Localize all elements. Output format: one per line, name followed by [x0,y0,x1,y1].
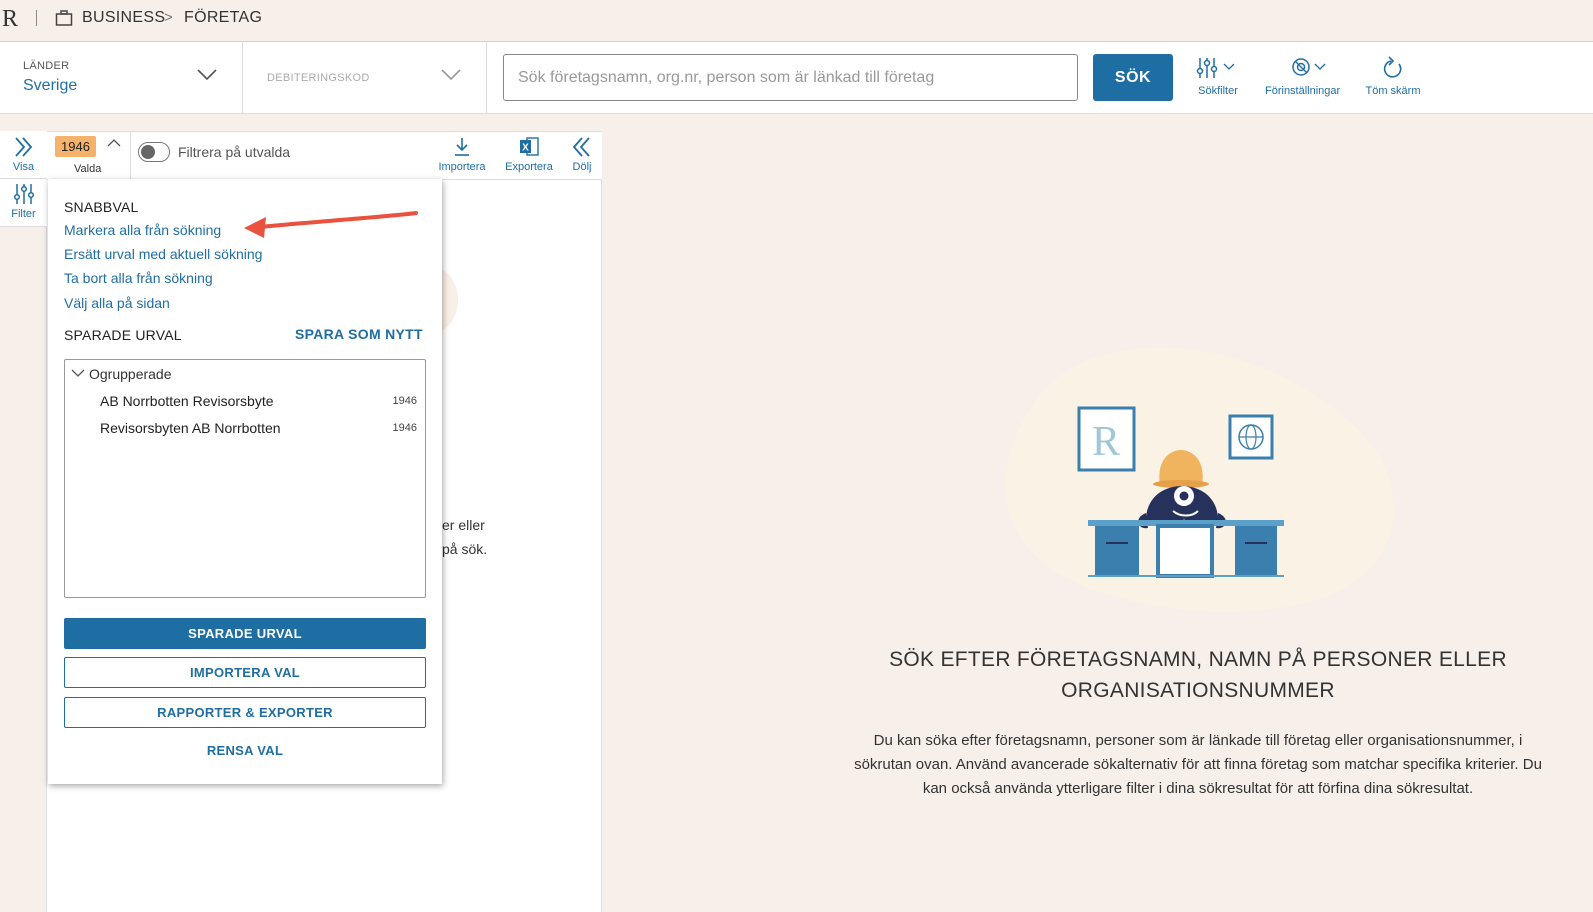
filter-selected-label: Filtrera på utvalda [178,144,291,160]
empty-state-description: Du kan söka efter företagsnamn, personer… [854,732,1542,797]
mark-all-from-search-link[interactable]: Markera alla från sökning [64,222,221,238]
show-label: Visa [12,161,35,173]
show-panel-button[interactable]: Visa [0,131,47,179]
tree-item[interactable]: Revisorsbyten AB Norrbotten 1946 [65,417,425,439]
chevron-up-icon [107,139,121,147]
tree-item-name: AB Norrbotten Revisorsbyte [100,393,274,409]
search-input[interactable] [503,54,1078,101]
breadcrumb-current-page: FÖRETAG [184,9,263,26]
reports-export-button[interactable]: RAPPORTER & EXPORTER [64,697,426,728]
country-value: Sverige [23,77,78,94]
chevron-right-icon: > [164,9,173,26]
search-bar-row: LÄNDER Sverige DEBITERINGSKOD SÖK Sökfil… [0,42,1593,114]
saved-selections-tree: Ogrupperade AB Norrbotten Revisorsbyte 1… [64,359,426,598]
background-text-line: på sök. [442,541,488,557]
search-filter-button[interactable]: Sökfilter [1196,56,1240,97]
selection-panel-header: 1946 Valda Filtrera på utvalda Importera… [47,132,602,180]
background-text-line: er eller [442,517,485,533]
save-as-new-link[interactable]: SPARA SOM NYTT [295,326,423,342]
svg-text:X: X [522,143,529,154]
divider [36,10,37,26]
clear-screen-button[interactable]: Töm skärm [1363,56,1423,97]
search-filter-label: Sökfilter [1198,85,1238,97]
chevron-down-icon [441,69,461,81]
sliders-icon [13,184,34,204]
breadcrumb-business[interactable]: BUSINESS [82,9,165,27]
presets-button[interactable]: Förinställningar [1265,56,1340,97]
search-button[interactable]: SÖK [1093,54,1173,101]
chevron-down-icon [197,69,217,81]
toggle-knob [141,145,155,159]
selected-label: Valda [74,163,102,175]
download-icon [455,138,469,156]
hide-panel-button[interactable]: Dölj [567,136,597,173]
import-selection-button[interactable]: IMPORTERA VAL [64,657,426,688]
country-select[interactable]: LÄNDER Sverige [0,42,243,114]
country-label: LÄNDER [23,60,70,72]
briefcase-icon [55,9,73,32]
billing-code-select[interactable]: DEBITERINGSKOD [243,42,487,114]
selection-dropdown: SNABBVAL Markera alla från sökning Ersät… [48,179,442,784]
sliders-icon [1196,58,1235,78]
excel-icon: X [520,137,539,156]
hide-label: Dölj [572,161,592,173]
app-logo[interactable]: R [2,6,18,33]
refresh-icon [1383,56,1402,78]
svg-text:R: R [1092,419,1120,465]
replace-selection-link[interactable]: Ersätt urval med aktuell sökning [64,246,262,262]
export-label: Exportera [505,161,553,173]
quick-select-title: SNABBVAL [64,199,139,215]
tree-item-count: 1946 [392,422,417,434]
double-chevron-right-icon [14,137,32,157]
billing-code-label: DEBITERINGSKOD [267,72,370,84]
saved-selections-title: SPARADE URVAL [64,327,182,343]
selected-count-badge: 1946 [55,136,96,157]
annotation-arrow-icon [244,211,418,238]
presets-label: Förinställningar [1265,85,1341,97]
tree-item-name: Revisorsbyten AB Norrbotten [100,420,281,436]
clear-selection-link[interactable]: RENSA VAL [64,743,426,758]
filter-selected-toggle[interactable] [138,142,170,162]
tree-item-count: 1946 [392,395,417,407]
chevron-down-icon[interactable] [71,369,85,378]
filter-button[interactable]: Filter [0,179,47,227]
import-label: Importera [438,161,486,173]
filter-label: Filter [11,208,36,220]
empty-state-illustration: R [1004,347,1395,613]
left-rail: Visa Filter [0,131,47,912]
tree-group-ungrouped[interactable]: Ogrupperade [89,366,172,382]
select-all-on-page-link[interactable]: Välj alla på sidan [64,295,170,311]
top-bar: R BUSINESS > FÖRETAG [0,0,1593,42]
selected-count-tab[interactable]: 1946 Valda [47,132,131,180]
export-button[interactable]: X Exportera [501,136,557,173]
remove-all-from-search-link[interactable]: Ta bort alla från sökning [64,270,213,286]
presets-icon [1291,58,1326,76]
double-chevron-left-icon [572,137,590,157]
saved-selections-button[interactable]: SPARADE URVAL [64,618,426,649]
empty-state-title: SÖK EFTER FÖRETAGSNAMN, NAMN PÅ PERSONER… [889,648,1507,702]
clear-screen-label: Töm skärm [1365,85,1421,97]
tree-item[interactable]: AB Norrbotten Revisorsbyte 1946 [65,390,425,412]
import-button[interactable]: Importera [435,136,489,173]
